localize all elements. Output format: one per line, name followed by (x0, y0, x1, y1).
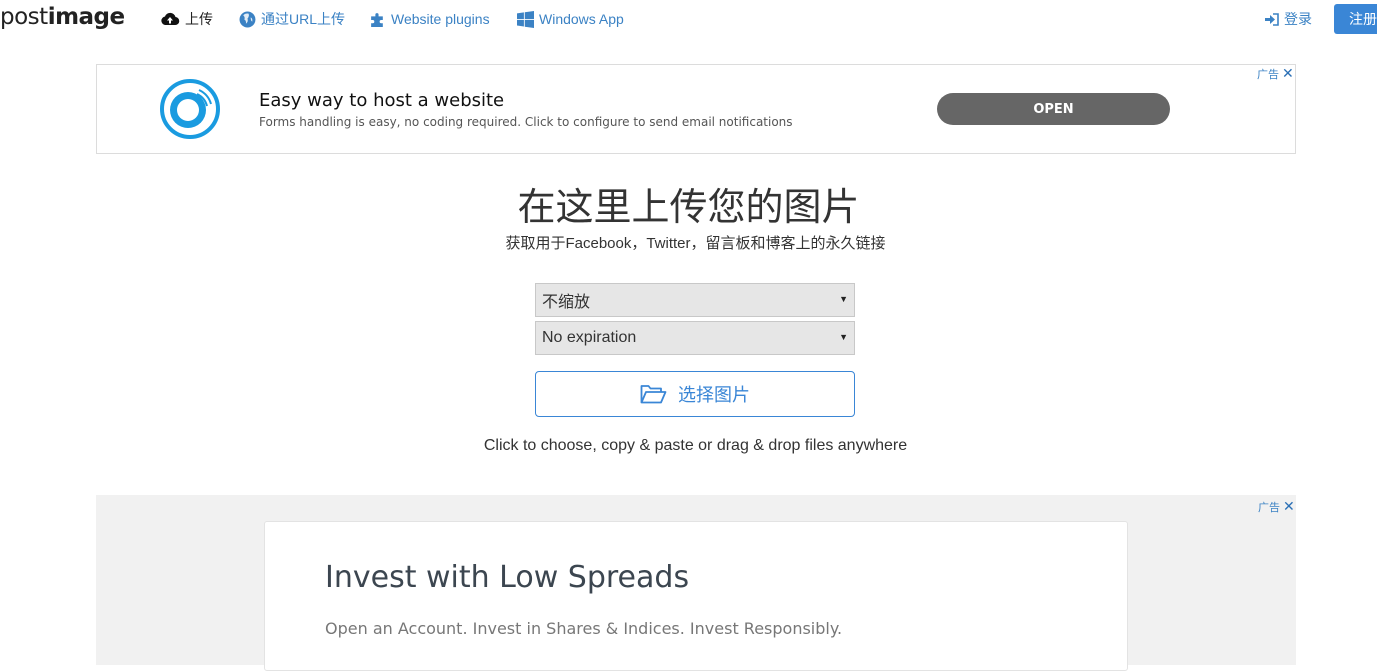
nav-windows-app[interactable]: Windows App (517, 10, 624, 28)
top-navbar: postimage 上传 通过URL上传 Website plugins Win… (0, 0, 1377, 36)
upload-hint: Click to choose, copy & paste or drag & … (483, 437, 908, 454)
nav-upload-by-url-label: 通过URL上传 (261, 11, 346, 27)
logo-text-image: image (47, 4, 125, 30)
nav-upload-label: 上传 (185, 11, 213, 27)
postimage-logo[interactable]: postimage (0, 4, 125, 30)
ad-description: Open an Account. Invest in Shares & Indi… (325, 619, 843, 638)
resize-select[interactable]: 不缩放 ▼ (535, 283, 855, 317)
expiration-select-value: No expiration (542, 329, 637, 346)
dropdown-arrow-icon: ▼ (839, 332, 848, 342)
nav-website-plugins[interactable]: Website plugins (369, 10, 490, 28)
choose-images-label: 选择图片 (678, 385, 750, 405)
page-title: 在这里上传您的图片 (517, 185, 860, 229)
ad-description: Forms handling is easy, no coding requir… (259, 115, 793, 129)
ad-choices[interactable]: 广告 ✕ (1257, 65, 1294, 82)
page-subtitle: 获取用于Facebook，Twitter，留言板和博客上的永久链接 (505, 235, 886, 252)
ad-close-icon[interactable]: ✕ (1283, 498, 1295, 515)
nav-website-plugins-label: Website plugins (391, 11, 490, 27)
dropdown-arrow-icon: ▼ (839, 294, 848, 304)
choose-images-button[interactable]: 选择图片 (535, 371, 855, 417)
nav-upload[interactable]: 上传 (160, 10, 213, 28)
ad-choices-label: 广告 (1257, 68, 1279, 81)
login-link[interactable]: 登录 (1265, 10, 1312, 28)
ad-brand-logo-icon (160, 79, 220, 139)
ad-title: Invest with Low Spreads (325, 560, 690, 595)
nav-upload-by-url[interactable]: 通过URL上传 (239, 10, 345, 28)
resize-select-value: 不缩放 (542, 294, 591, 311)
expiration-select[interactable]: No expiration ▼ (535, 321, 855, 355)
nav-windows-app-label: Windows App (539, 11, 624, 27)
register-button[interactable]: 注册 (1334, 4, 1377, 34)
folder-open-icon (640, 385, 667, 404)
ad-choices[interactable]: 广告 ✕ (1258, 498, 1295, 515)
ad-close-icon[interactable]: ✕ (1282, 65, 1294, 82)
globe-icon (239, 11, 256, 27)
top-ad-banner[interactable]: Easy way to host a website Forms handlin… (96, 64, 1296, 154)
windows-icon (517, 10, 534, 28)
cloud-upload-icon (161, 12, 180, 26)
ad-open-button[interactable]: OPEN (937, 93, 1170, 125)
ad-choices-label: 广告 (1258, 501, 1280, 514)
logo-text-post: post (0, 4, 48, 30)
ad-title: Easy way to host a website (259, 90, 505, 111)
puzzle-icon (371, 12, 383, 27)
login-label: 登录 (1284, 11, 1312, 27)
ad-card[interactable]: Invest with Low Spreads Open an Account.… (264, 521, 1128, 671)
sign-in-icon (1265, 12, 1279, 26)
bottom-ad-banner[interactable]: 广告 ✕ Invest with Low Spreads Open an Acc… (96, 495, 1296, 671)
register-label: 注册 (1349, 11, 1377, 27)
